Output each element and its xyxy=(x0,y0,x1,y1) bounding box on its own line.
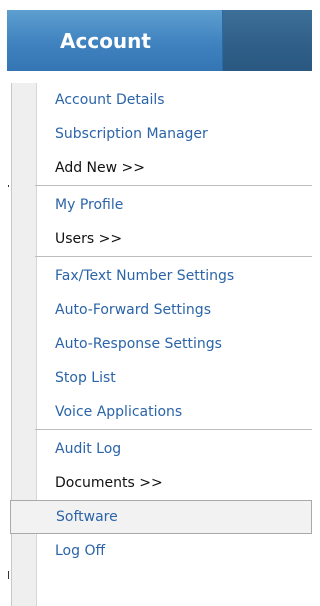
account-tab-label: Account xyxy=(60,28,151,53)
header-bar xyxy=(223,10,312,71)
menu-item-subscription-manager[interactable]: Subscription Manager xyxy=(36,117,312,151)
account-menu: Account Details Subscription Manager Add… xyxy=(10,83,312,568)
menu-item-add-new[interactable]: Add New >> xyxy=(36,151,312,185)
menu-item-audit-log[interactable]: Audit Log xyxy=(36,432,312,466)
edge-tick xyxy=(8,571,9,579)
menu-item-log-off[interactable]: Log Off xyxy=(36,534,312,568)
menu-item-software[interactable]: Software xyxy=(10,500,312,534)
menu-item-account-details[interactable]: Account Details xyxy=(36,83,312,117)
menu-item-auto-forward-settings[interactable]: Auto-Forward Settings xyxy=(36,293,312,327)
menu-header: Account xyxy=(7,10,312,71)
menu-item-voice-applications[interactable]: Voice Applications xyxy=(36,395,312,429)
menu-item-my-profile[interactable]: My Profile xyxy=(36,188,312,222)
menu-item-auto-response-settings[interactable]: Auto-Response Settings xyxy=(36,327,312,361)
menu-item-users[interactable]: Users >> xyxy=(36,222,312,256)
menu-item-stop-list[interactable]: Stop List xyxy=(36,361,312,395)
account-tab[interactable]: Account xyxy=(7,10,223,71)
menu-item-documents[interactable]: Documents >> xyxy=(36,466,312,500)
menu-item-fax-text-number-settings[interactable]: Fax/Text Number Settings xyxy=(36,259,312,293)
edge-tick xyxy=(8,185,9,187)
